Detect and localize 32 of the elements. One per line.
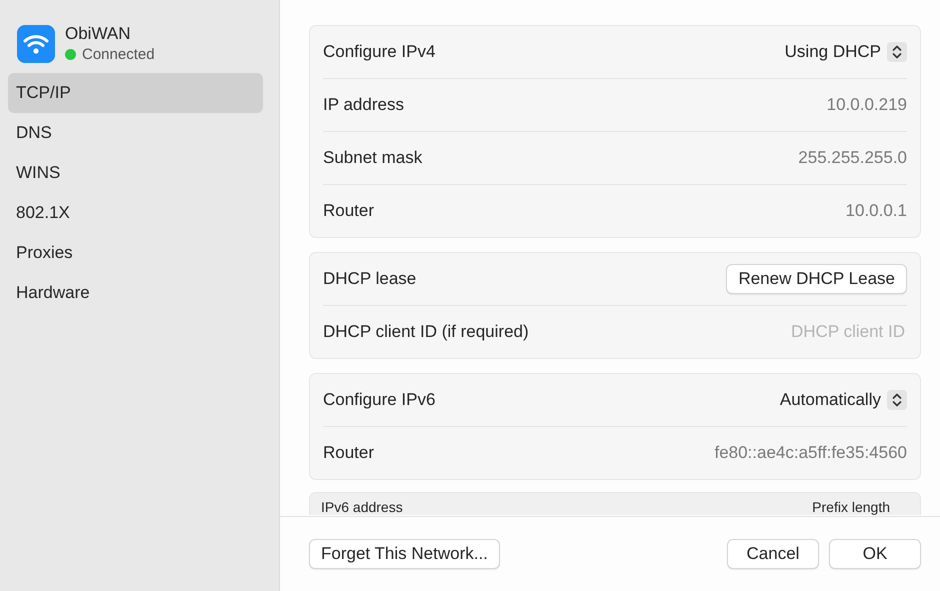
row-label: IP address [323, 95, 404, 115]
popup-menu[interactable]: Using DHCP [784, 42, 907, 62]
column-header: Prefix length [812, 499, 890, 515]
row-label: DHCP lease [323, 269, 416, 289]
sidebar-item[interactable]: Proxies [8, 233, 263, 273]
stepper-icon [887, 42, 907, 62]
row-label: Configure IPv4 [323, 42, 436, 62]
wifi-icon [17, 24, 55, 62]
row-value: fe80::ae4c:a5ff:fe35:4560 [714, 443, 907, 463]
dialog-button[interactable]: Cancel [727, 539, 819, 569]
row-label: Router [323, 443, 374, 463]
network-name: ObiWAN [65, 24, 132, 44]
renew-button[interactable]: Renew DHCP Lease [726, 264, 907, 294]
row-label: Router [323, 201, 374, 221]
sidebar-item[interactable]: DNS [8, 113, 263, 153]
column-header: IPv6 address [321, 499, 403, 515]
row-label: Configure IPv6 [323, 390, 436, 410]
forget-button[interactable]: Forget This Network... [309, 539, 500, 569]
popup-menu[interactable]: Automatically [780, 390, 907, 410]
network-status: Connected [82, 46, 155, 63]
client-id-field[interactable]: DHCP client ID [723, 321, 907, 343]
row-value: 10.0.0.1 [846, 201, 907, 221]
row-label: Subnet mask [323, 148, 422, 168]
stepper-icon [887, 390, 907, 410]
row-value: 10.0.0.219 [826, 95, 907, 115]
row-label: DHCP client ID (if required) [323, 322, 529, 342]
row-value: 255.255.255.0 [798, 148, 907, 168]
sidebar-item[interactable]: Hardware [8, 273, 263, 313]
dialog-button[interactable]: OK [829, 539, 921, 569]
sidebar-item[interactable]: 802.1X [8, 193, 263, 233]
sidebar-item[interactable]: TCP/IP [8, 73, 263, 113]
sidebar-item[interactable]: WINS [8, 153, 263, 193]
